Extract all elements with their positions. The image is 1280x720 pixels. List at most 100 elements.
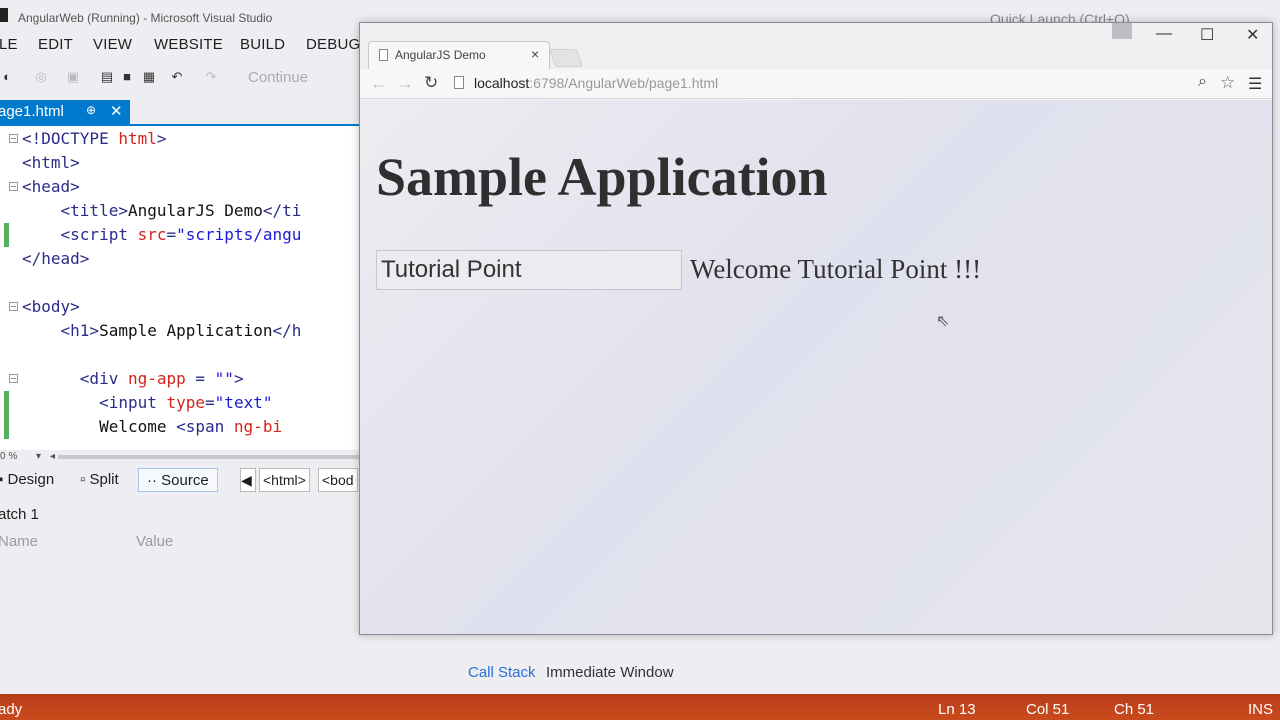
code-line[interactable]: − <body>: [0, 295, 360, 319]
code-text: <!DOCTYPE html>: [22, 127, 167, 151]
code-line[interactable]: [0, 343, 360, 367]
call-stack-tab[interactable]: Call Stack: [468, 664, 536, 681]
editor-horizontal-scrollbar[interactable]: 0 % ▾ ◂: [0, 451, 360, 462]
watch-col-value: Value: [136, 533, 174, 550]
minimize-icon[interactable]: —: [1156, 25, 1172, 43]
url-text[interactable]: localhost:6798/AngularWeb/page1.html: [474, 75, 718, 91]
code-line[interactable]: <script src="scripts/angu: [0, 223, 360, 247]
source-view-label: Source: [161, 472, 209, 489]
name-text-input[interactable]: [376, 250, 682, 290]
code-token: AngularJS Demo: [127, 201, 263, 220]
menu-edit[interactable]: EDIT: [38, 36, 73, 53]
split-view-tab[interactable]: ▫ Split: [80, 468, 119, 492]
reload-icon[interactable]: ↻: [424, 73, 438, 93]
url-path: :6798/AngularWeb/page1.html: [529, 75, 719, 91]
mouse-pointer-icon: ⇖: [936, 313, 950, 330]
code-line[interactable]: − <head>: [0, 175, 360, 199]
code-line[interactable]: − <!DOCTYPE html>: [0, 127, 360, 151]
browser-menu-icon[interactable]: ☰: [1248, 74, 1262, 94]
pin-icon[interactable]: ⊕: [86, 103, 96, 117]
scrollbar-track[interactable]: [58, 455, 360, 459]
view-mode-bar: ▪ Design ▫ Split ·· Source ◀ <html> <bod: [0, 464, 360, 494]
menu-debug[interactable]: DEBUG: [306, 36, 360, 53]
collapse-icon[interactable]: −: [9, 302, 18, 311]
close-tab-icon[interactable]: ×: [531, 46, 539, 62]
forward-nav-icon[interactable]: ◎: [34, 70, 48, 84]
status-line: Ln 13: [938, 701, 976, 718]
save-all-icon[interactable]: ▦: [142, 70, 156, 84]
user-profile-icon[interactable]: [1112, 23, 1132, 39]
close-window-icon[interactable]: ✕: [1246, 25, 1259, 45]
vs-logo-icon: [0, 8, 8, 22]
source-view-tab[interactable]: ·· Source: [138, 468, 218, 492]
status-bar: ady Ln 13 Col 51 Ch 51 INS: [0, 694, 1280, 720]
breadcrumb-back-icon[interactable]: ◀: [240, 468, 256, 492]
code-token: </ti: [262, 201, 302, 220]
menu-build[interactable]: BUILD: [240, 36, 285, 53]
collapse-icon[interactable]: −: [9, 182, 18, 191]
code-text: <body>: [22, 295, 80, 319]
status-column: Col 51: [1026, 701, 1070, 718]
menu-file[interactable]: LE: [0, 36, 18, 53]
scroll-left-icon[interactable]: ◂: [50, 451, 55, 462]
menu-website[interactable]: WEBSITE: [154, 36, 223, 53]
collapse-icon[interactable]: −: [9, 134, 18, 143]
change-marker: [4, 415, 9, 439]
close-tab-icon[interactable]: ✕: [110, 102, 123, 120]
continue-button[interactable]: Continue: [248, 69, 308, 86]
status-char: Ch 51: [1114, 701, 1155, 718]
code-line[interactable]: − <div ng-app = "">: [0, 367, 360, 391]
watch-col-name: Name: [0, 533, 39, 550]
editor-tab-page1[interactable]: age1.html ⊕ ✕: [0, 100, 130, 124]
open-file-icon[interactable]: ▤: [100, 70, 114, 84]
code-line[interactable]: [0, 271, 360, 295]
code-editor[interactable]: − <!DOCTYPE html> <html> − <head> <title>Ang…: [0, 126, 360, 450]
code-token: "": [214, 369, 234, 388]
zoom-level[interactable]: 0 %: [0, 451, 17, 462]
code-token: Welcome: [22, 417, 177, 436]
breadcrumb-html[interactable]: <html>: [259, 468, 310, 492]
bookmark-star-icon[interactable]: ☆: [1220, 73, 1235, 93]
immediate-window-tab[interactable]: Immediate Window: [546, 664, 674, 681]
forward-arrow-icon[interactable]: →: [396, 73, 414, 94]
browser-window: AngularJS Demo × — ☐ ✕ ← → ↻ localhost:6…: [359, 22, 1273, 635]
vs-window-title: AngularWeb (Running) - Microsoft Visual …: [18, 11, 273, 25]
save-icon[interactable]: ■: [120, 70, 134, 84]
code-line[interactable]: <title>AngularJS Demo</ti: [0, 199, 360, 223]
code-text: <input type="text": [22, 391, 282, 415]
zoom-dropdown-icon[interactable]: ▾: [36, 451, 41, 462]
code-text: Welcome <span ng-bi: [22, 415, 282, 439]
code-token: ng-app: [127, 369, 186, 388]
browser-toolbar: ← → ↻ localhost:6798/AngularWeb/page1.ht…: [360, 69, 1272, 99]
browser-tab[interactable]: AngularJS Demo ×: [368, 41, 550, 69]
split-view-label: Split: [89, 471, 119, 488]
browser-tab-title: AngularJS Demo: [395, 48, 486, 62]
collapse-icon[interactable]: −: [9, 374, 18, 383]
code-token: html: [118, 129, 157, 148]
watch-panel-title[interactable]: atch 1: [0, 506, 39, 523]
vs-toolbar: ◐ ◎ ▣ ▤ ■ ▦ ↶ ↷ Continue: [0, 64, 360, 92]
address-bar[interactable]: localhost:6798/AngularWeb/page1.html ⌕ ☆: [450, 71, 1235, 95]
undo-icon[interactable]: ↶: [170, 70, 184, 84]
menu-view[interactable]: VIEW: [93, 36, 132, 53]
page-info-icon[interactable]: [454, 76, 464, 89]
code-line[interactable]: <input type="text": [0, 391, 360, 415]
back-arrow-icon[interactable]: ←: [370, 73, 388, 94]
code-line[interactable]: <h1>Sample Application</h: [0, 319, 360, 343]
code-line[interactable]: Welcome <span ng-bi: [0, 415, 360, 439]
zoom-icon[interactable]: ⌕: [1198, 73, 1207, 91]
code-text: <script src="scripts/angu: [22, 223, 302, 247]
code-line[interactable]: <html>: [0, 151, 360, 175]
code-line[interactable]: </head>: [0, 247, 360, 271]
back-nav-icon[interactable]: ◐: [0, 70, 14, 84]
breadcrumb-body[interactable]: <bod: [318, 468, 358, 492]
url-host: localhost: [474, 75, 530, 91]
new-tab-button[interactable]: [548, 49, 584, 67]
redo-icon[interactable]: ↷: [204, 70, 218, 84]
design-view-tab[interactable]: ▪ Design: [0, 468, 54, 492]
code-token: >: [156, 129, 167, 148]
editor-tab-label: age1.html: [0, 103, 64, 120]
maximize-icon[interactable]: ☐: [1200, 25, 1214, 45]
new-project-icon[interactable]: ▣: [66, 70, 80, 84]
